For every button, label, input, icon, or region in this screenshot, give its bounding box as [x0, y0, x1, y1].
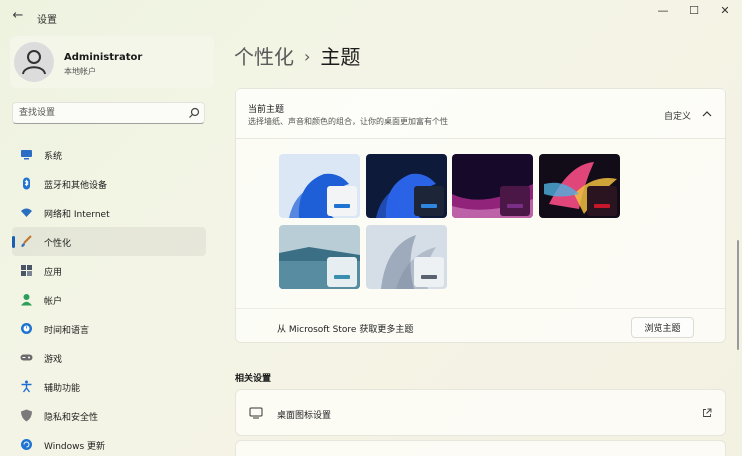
desktop-icon-settings-row[interactable]: 桌面图标设置 — [235, 389, 726, 436]
active-indicator — [12, 236, 15, 248]
theme-thumbnail[interactable] — [366, 225, 447, 289]
search-input[interactable] — [19, 105, 179, 121]
search-icon[interactable] — [188, 107, 200, 119]
sidebar-item-label: 蓝牙和其他设备 — [44, 181, 108, 191]
theme-preview-window — [500, 186, 530, 216]
theme-preview-window — [414, 186, 444, 216]
back-button[interactable]: ← — [8, 6, 28, 26]
current-theme-card: 当前主题 选择墙纸、声音和颜色的组合，让你的桌面更加富有个性 自定义 从 Mic… — [235, 88, 726, 343]
minimize-icon: — — [657, 4, 669, 17]
chevron-up-icon[interactable] — [702, 110, 712, 118]
sidebar-item-label: 系统 — [44, 152, 63, 162]
theme-preview-window — [327, 257, 357, 287]
gamepad-icon — [20, 354, 33, 361]
sidebar-item-label: 隐私和安全性 — [44, 413, 99, 423]
store-text: 从 Microsoft Store 获取更多主题 — [277, 325, 414, 335]
account-type: 本地帐户 — [64, 67, 96, 76]
apps-icon — [21, 265, 32, 276]
theme-accent-bar — [421, 204, 437, 208]
sidebar-item-label: 游戏 — [44, 355, 63, 365]
sidebar-item-gaming[interactable]: 游戏 — [12, 343, 206, 372]
sidebar-item-windows-update[interactable]: Windows 更新 — [12, 430, 206, 456]
sidebar-item-personalization[interactable]: 个性化 — [12, 227, 206, 256]
theme-preview-window — [414, 257, 444, 287]
desktop-icon — [249, 407, 263, 419]
user-name: Administrator — [64, 52, 143, 63]
sidebar-item-label: 应用 — [44, 268, 63, 278]
theme-preview-window — [327, 186, 357, 216]
breadcrumb-separator: › — [304, 47, 311, 66]
sidebar-item-network[interactable]: 网络和 Internet — [12, 198, 206, 227]
theme-thumbnail[interactable] — [279, 154, 360, 218]
sidebar-item-system[interactable]: 系统 — [12, 140, 206, 169]
theme-accent-bar — [334, 204, 350, 208]
search-box[interactable] — [12, 102, 205, 124]
person-avatar-icon — [22, 50, 46, 75]
theme-thumbnail[interactable] — [452, 154, 533, 218]
close-icon: ✕ — [720, 4, 730, 17]
related-setting-row-partial[interactable] — [235, 440, 726, 456]
bluetooth-icon — [23, 177, 30, 190]
sidebar-item-label: 辅助功能 — [44, 384, 81, 394]
external-link-icon — [703, 408, 712, 417]
sidebar-item-time-language[interactable]: 时间和语言 — [12, 314, 206, 343]
current-theme-description: 选择墙纸、声音和颜色的组合，让你的桌面更加富有个性 — [248, 117, 448, 126]
breadcrumb-parent[interactable]: 个性化 — [234, 45, 294, 69]
sidebar-item-label: 个性化 — [44, 239, 72, 249]
page-title: 主题 — [320, 45, 361, 69]
current-theme-value: 自定义 — [664, 112, 692, 122]
window-title: 设置 — [37, 15, 57, 26]
store-row: 从 Microsoft Store 获取更多主题 浏览主题 — [236, 308, 725, 343]
close-button[interactable]: ✕ — [707, 0, 742, 24]
monitor-icon — [21, 150, 32, 160]
wifi-icon — [21, 208, 32, 217]
theme-accent-bar — [507, 204, 523, 208]
sidebar-item-label: 网络和 Internet — [44, 210, 110, 220]
accessibility-icon — [21, 380, 32, 393]
browse-themes-button[interactable]: 浏览主题 — [631, 317, 694, 338]
sidebar-item-accounts[interactable]: 帐户 — [12, 285, 206, 314]
scrollbar-thumb[interactable] — [737, 240, 739, 350]
theme-accent-bar — [421, 275, 437, 279]
theme-thumbnail[interactable] — [539, 154, 620, 218]
sidebar-item-privacy[interactable]: 隐私和安全性 — [12, 401, 206, 430]
user-card[interactable]: Administrator 本地帐户 — [10, 36, 214, 88]
breadcrumb: 个性化 › 主题 — [234, 41, 360, 70]
globe-clock-icon — [21, 323, 32, 334]
update-icon — [21, 439, 32, 450]
current-theme-title: 当前主题 — [248, 105, 285, 115]
theme-thumbnail[interactable] — [366, 154, 447, 218]
brush-icon — [21, 235, 32, 247]
person-icon — [21, 294, 32, 306]
sidebar-item-apps[interactable]: 应用 — [12, 256, 206, 285]
sidebar-item-label: 帐户 — [44, 297, 63, 307]
theme-accent-bar — [334, 275, 350, 279]
current-theme-header[interactable]: 当前主题 选择墙纸、声音和颜色的组合，让你的桌面更加富有个性 自定义 — [236, 89, 725, 139]
sidebar-item-label: Windows 更新 — [44, 442, 106, 452]
related-settings-title: 相关设置 — [235, 374, 272, 384]
sidebar-nav: 系统 蓝牙和其他设备 网络和 Internet 个性化 应用 帐户 时间和语言 … — [12, 140, 206, 456]
theme-thumbnail[interactable] — [279, 225, 360, 289]
theme-preview-window — [587, 186, 617, 216]
theme-accent-bar — [594, 204, 610, 208]
maximize-icon: ☐ — [689, 4, 699, 17]
sidebar-item-label: 时间和语言 — [44, 326, 90, 336]
sidebar-item-bluetooth[interactable]: 蓝牙和其他设备 — [12, 169, 206, 198]
shield-icon — [21, 409, 32, 422]
back-arrow-icon: ← — [12, 8, 24, 23]
title-bar: ← 设置 — ☐ ✕ — [0, 0, 742, 32]
avatar — [14, 42, 54, 82]
row-label: 桌面图标设置 — [277, 411, 332, 421]
sidebar-item-accessibility[interactable]: 辅助功能 — [12, 372, 206, 401]
